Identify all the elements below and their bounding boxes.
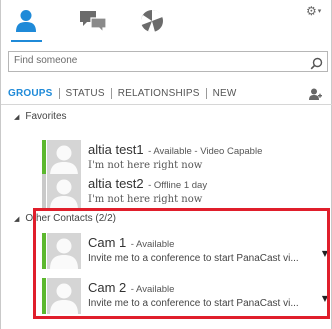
collapse-triangle-icon: ◢ xyxy=(14,113,20,121)
contact-item[interactable]: altia test2 - Offline 1 day I'm not here… xyxy=(42,174,328,210)
chevron-down-icon: ▾ xyxy=(317,7,322,15)
tab-new[interactable]: NEW xyxy=(213,88,237,99)
tab-separator xyxy=(110,87,112,99)
tab-relationships[interactable]: RELATIONSHIPS xyxy=(118,88,200,99)
presence-text: - Available - Video Capable xyxy=(148,146,263,157)
avatar xyxy=(47,174,81,210)
collapse-triangle-icon: ◢ xyxy=(14,215,20,223)
contact-name-line: altia test1 - Available - Video Capable xyxy=(88,141,262,159)
tab-separator xyxy=(58,87,60,99)
contact-name: altia test2 xyxy=(88,176,144,191)
tab-groups[interactable]: GROUPS xyxy=(8,88,53,99)
search-icon[interactable] xyxy=(310,55,323,74)
contact-name-line: altia test2 - Offline 1 day xyxy=(88,175,207,193)
search-box[interactable]: Find someone xyxy=(8,51,328,72)
tab-status[interactable]: STATUS xyxy=(66,88,105,99)
add-contact-icon[interactable] xyxy=(309,86,322,105)
lync-main-window: ⚙ ▾ Find someone GROUPS STATUS RELATIONSH… xyxy=(0,0,332,329)
contacts-icon[interactable] xyxy=(11,6,41,36)
presence-text: - Offline 1 day xyxy=(148,180,208,191)
active-tab-indicator xyxy=(11,40,42,42)
presence-bar xyxy=(42,174,46,210)
conversations-icon[interactable] xyxy=(78,6,108,36)
search-input[interactable]: Find someone xyxy=(14,55,77,66)
meetings-icon[interactable] xyxy=(137,6,167,36)
avatar xyxy=(47,140,81,176)
view-tabs: GROUPS STATUS RELATIONSHIPS NEW xyxy=(8,86,237,100)
gear-icon: ⚙ xyxy=(306,4,317,18)
tab-separator xyxy=(205,87,207,99)
contact-item[interactable]: altia test1 - Available - Video Capable … xyxy=(42,140,328,176)
group-label: Favorites xyxy=(25,111,67,122)
group-header-favorites[interactable]: ◢ Favorites xyxy=(14,111,67,122)
personal-note: I'm not here right now xyxy=(88,194,203,205)
options-menu-button[interactable]: ⚙ ▾ xyxy=(306,4,321,18)
presence-bar xyxy=(42,140,46,176)
contact-name: altia test1 xyxy=(88,142,144,157)
highlight-box xyxy=(33,208,330,319)
top-toolbar: ⚙ ▾ xyxy=(1,0,332,42)
divider xyxy=(1,104,332,105)
personal-note: I'm not here right now xyxy=(88,160,203,171)
